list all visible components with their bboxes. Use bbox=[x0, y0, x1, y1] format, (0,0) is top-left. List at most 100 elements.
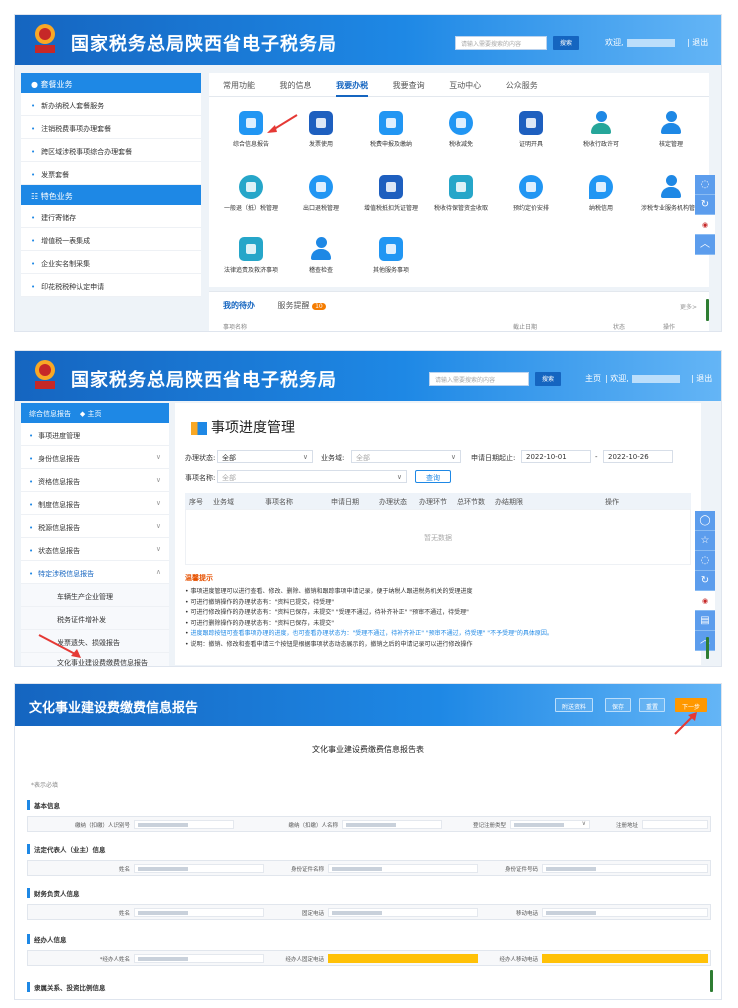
sidebar-item[interactable]: • 制度信息报告 ∨ bbox=[21, 492, 169, 515]
reset-button[interactable]: 重置 bbox=[639, 698, 666, 712]
service-pricing[interactable]: 预约定价安排 bbox=[499, 175, 563, 212]
user-name-redacted bbox=[631, 374, 680, 383]
tax-logo-icon[interactable]: ◉ bbox=[695, 591, 715, 611]
field-label: 缴纳（扣缴）人名称 bbox=[288, 823, 338, 829]
refresh-icon[interactable]: ↻ bbox=[695, 195, 715, 215]
home-link[interactable]: 主页 bbox=[585, 373, 601, 384]
sidebar-item[interactable]: • 印花税税种认定申请 bbox=[21, 274, 201, 297]
service-legal[interactable]: 法律追责及救济事项 bbox=[219, 237, 283, 274]
scroll-indicator[interactable] bbox=[706, 299, 709, 321]
sidebar-head-special[interactable]: ☷ 特色业务 bbox=[21, 185, 201, 205]
sidebar-item[interactable]: • 身份信息报告 ∨ bbox=[21, 446, 169, 469]
tab-service-notice[interactable]: 服务提醒 10 bbox=[278, 301, 326, 310]
sidebar-item[interactable]: • 注销税费事项办理套餐 bbox=[21, 116, 201, 139]
scroll-indicator[interactable] bbox=[706, 637, 709, 659]
tab-public[interactable]: 公众服务 bbox=[506, 81, 538, 90]
sidebar-subitem[interactable]: 税务证件增补发 bbox=[21, 607, 169, 630]
sidebar-item[interactable]: • 新办纳税人套餐服务 bbox=[21, 93, 201, 116]
logout-link[interactable]: | 退出 bbox=[691, 373, 712, 384]
sidebar-item[interactable]: • 发票套餐 bbox=[21, 162, 201, 185]
user-icon[interactable]: ◯ bbox=[695, 511, 715, 531]
finance-mobile-field[interactable] bbox=[542, 908, 708, 917]
agent-phone-field[interactable] bbox=[328, 954, 478, 963]
chevron-down-icon: ∨ bbox=[155, 545, 161, 553]
service-certificate[interactable]: 证明开具 bbox=[499, 111, 563, 148]
tab-interaction[interactable]: 互动中心 bbox=[449, 81, 481, 90]
sidebar-subitem[interactable]: 车辆生产企业管理 bbox=[21, 584, 169, 607]
service-agency[interactable]: 涉税专业服务机构管理 bbox=[639, 175, 703, 212]
sidebar-home-link[interactable]: ◆ 主页 bbox=[80, 410, 102, 418]
calendar-icon[interactable]: ▤ bbox=[695, 611, 715, 631]
service-reduction[interactable]: 税收减免 bbox=[429, 111, 493, 148]
service-refund[interactable]: 一般退（抵）税管理 bbox=[219, 175, 283, 212]
red-arrow-icon bbox=[38, 634, 81, 658]
service-verification[interactable]: 核定管理 bbox=[639, 111, 703, 148]
chat-icon[interactable]: ◌ bbox=[695, 175, 715, 195]
taxpayer-name-field[interactable] bbox=[342, 820, 442, 829]
agent-mobile-field[interactable] bbox=[542, 954, 708, 963]
sidebar-item[interactable]: • 增值税一表集成 bbox=[21, 228, 201, 251]
chevron-up-icon[interactable]: ︿ bbox=[695, 235, 715, 255]
tax-emblem-icon bbox=[35, 24, 55, 53]
status-select[interactable]: 全部 ∨ bbox=[217, 450, 313, 463]
service-credit[interactable]: 纳税信用 bbox=[569, 175, 633, 212]
sidebar-item[interactable]: • 特定涉税信息报告 ∧ bbox=[21, 561, 169, 584]
shield-icon bbox=[589, 175, 613, 199]
table-empty: 暂无数据 bbox=[185, 509, 691, 565]
service-other[interactable]: 其他服务事项 bbox=[359, 237, 423, 274]
item-select[interactable]: 全部 ∨ bbox=[217, 470, 407, 483]
tab-my-info[interactable]: 我的信息 bbox=[280, 81, 312, 90]
save-button[interactable]: 保存 bbox=[605, 698, 632, 712]
legal-name-field[interactable] bbox=[134, 864, 264, 873]
tab-my-todo[interactable]: 我的待办 bbox=[223, 301, 255, 310]
form-title: 文化事业建设费缴费信息报告表 bbox=[312, 745, 424, 754]
taxpayer-id-field[interactable] bbox=[134, 820, 234, 829]
query-button[interactable]: 查询 bbox=[415, 470, 451, 483]
service-license[interactable]: 税收行政许可 bbox=[569, 111, 633, 148]
sidebar-item[interactable]: • 建行寄储存 bbox=[21, 205, 201, 228]
sidebar-item[interactable]: • 事项进度管理 bbox=[21, 423, 169, 446]
chevron-up-icon[interactable]: ︿ bbox=[695, 631, 715, 651]
col-item-name: 事项名称 bbox=[265, 498, 293, 506]
refresh-icon[interactable]: ↻ bbox=[695, 571, 715, 591]
item-filter-label: 事项名称: bbox=[185, 474, 216, 482]
service-vat-deduction[interactable]: 增值税抵扣凭证管理 bbox=[359, 175, 423, 212]
date-to-input[interactable]: 2022-10-26 bbox=[603, 450, 673, 463]
logout-link[interactable]: | 退出 bbox=[687, 37, 708, 48]
search-button[interactable]: 搜索 bbox=[553, 36, 580, 50]
legal-id-number-field[interactable] bbox=[542, 864, 708, 873]
service-export-refund[interactable]: 出口退税管理 bbox=[289, 175, 353, 212]
service-declaration[interactable]: 税费申报及缴纳 bbox=[359, 111, 423, 148]
domain-select[interactable]: 全部 ∨ bbox=[351, 450, 461, 463]
star-icon[interactable]: ☆ bbox=[695, 531, 715, 551]
legal-id-type-field[interactable] bbox=[328, 864, 478, 873]
search-input[interactable]: 请输入需要搜索的内容 bbox=[429, 372, 529, 386]
floating-toolbar: ◌ ↻ ◉ ︿ bbox=[695, 175, 715, 255]
registration-type-select[interactable]: ∨ bbox=[510, 820, 590, 829]
more-link[interactable]: 更多> bbox=[680, 302, 697, 311]
service-inspection[interactable]: 稽查检查 bbox=[289, 237, 353, 274]
agent-name-field[interactable] bbox=[134, 954, 264, 963]
sidebar-item[interactable]: • 税源信息报告 ∨ bbox=[21, 515, 169, 538]
tip-item: • 事项进度管理可以进行查看、修改、删除、撤销和跟踪事项申请记录，便于纳税人跟进… bbox=[185, 588, 473, 595]
sidebar-item[interactable]: • 企业实名制采集 bbox=[21, 251, 201, 274]
search-input[interactable]: 请输入需要搜索的内容 bbox=[455, 36, 547, 50]
sidebar-item[interactable]: • 资格信息报告 ∨ bbox=[21, 469, 169, 492]
chat-icon[interactable]: ◌ bbox=[695, 551, 715, 571]
sidebar-item[interactable]: • 跨区域涉税事项综合办理套餐 bbox=[21, 139, 201, 162]
sidebar-head-packages[interactable]: ● 套餐业务 bbox=[21, 73, 201, 93]
finance-name-field[interactable] bbox=[134, 908, 264, 917]
scroll-indicator[interactable] bbox=[710, 970, 713, 992]
sidebar-item[interactable]: • 状态信息报告 ∨ bbox=[21, 538, 169, 561]
tab-common[interactable]: 常用功能 bbox=[223, 81, 255, 90]
tab-tax-handling[interactable]: 我要办税 bbox=[336, 81, 369, 97]
service-escrow[interactable]: 税收待保管资金收取 bbox=[429, 175, 493, 212]
address-field[interactable] bbox=[642, 820, 708, 829]
tax-logo-icon[interactable]: ◉ bbox=[695, 215, 715, 235]
search-button[interactable]: 搜索 bbox=[535, 372, 562, 386]
refund-icon bbox=[239, 175, 263, 199]
tab-query[interactable]: 我要查询 bbox=[393, 81, 425, 90]
finance-phone-field[interactable] bbox=[328, 908, 478, 917]
date-from-input[interactable]: 2022-10-01 bbox=[521, 450, 591, 463]
attach-button[interactable]: 附送资料 bbox=[555, 698, 594, 712]
